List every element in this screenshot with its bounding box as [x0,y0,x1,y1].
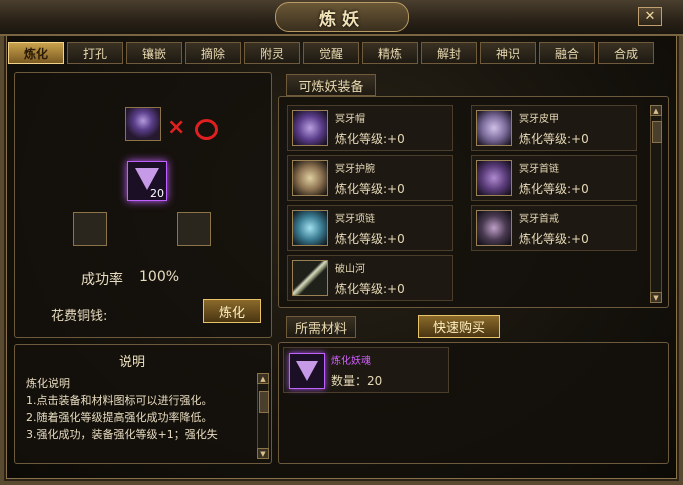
equipment-item[interactable]: 冥牙项链 炼化等级:+0 [287,205,453,251]
scroll-up-icon[interactable]: ▲ [650,105,662,116]
tab-refine-fine[interactable]: 精炼 [362,42,418,64]
item-name: 冥牙首戒 [519,214,559,225]
description-scrollbar[interactable]: ▲ ▼ [257,373,269,459]
crystal-icon [289,353,325,389]
extra-slot-left[interactable] [73,212,107,246]
material-crystal-slot[interactable]: 20 [127,161,167,201]
equipment-item[interactable]: 冥牙首链 炼化等级:+0 [471,155,637,201]
tab-refine[interactable]: 炼化 [8,42,64,64]
materials-panel: 炼化妖魂 数量：20 [278,342,669,464]
item-level: 炼化等级:+0 [335,182,405,196]
description-line-3: 3.强化成功，装备强化等级+1；强化失 [26,428,218,441]
tab-punch[interactable]: 打孔 [67,42,123,64]
target-equipment-slot[interactable] [125,107,161,141]
tab-awaken[interactable]: 觉醒 [303,42,359,64]
tab-fusion[interactable]: 融合 [539,42,595,64]
item-level: 炼化等级:+0 [519,132,589,146]
quick-buy-button[interactable]: 快速购买 [418,315,500,338]
item-level: 炼化等级:+0 [519,232,589,246]
scroll-down-icon[interactable]: ▼ [650,292,662,303]
tab-bar: 炼化 打孔 镶嵌 摘除 附灵 觉醒 精炼 解封 神识 融合 合成 [8,42,654,64]
title-bar: 炼妖 ✕ [0,0,683,36]
item-name: 冥牙帽 [335,114,365,125]
materials-section-tab[interactable]: 所需材料 [286,316,356,338]
refine-panel: × 20 成功率 100% 花费铜钱: 炼化 [14,72,272,338]
necklace-icon [476,160,512,196]
equipment-item[interactable]: 冥牙首戒 炼化等级:+0 [471,205,637,251]
item-name: 冥牙首链 [519,164,559,175]
success-rate-value: 100% [139,269,180,285]
equipment-item[interactable]: 破山河 炼化等级:+0 [287,255,453,301]
tab-synthesis[interactable]: 合成 [598,42,654,64]
scroll-down-icon[interactable]: ▼ [257,448,269,459]
tab-unseal[interactable]: 解封 [421,42,477,64]
description-heading: 炼化说明 [26,377,70,390]
cross-mark-icon: × [167,115,186,140]
cost-label: 花费铜钱: [51,309,108,324]
tab-enchant[interactable]: 附灵 [244,42,300,64]
equipment-scrollbar[interactable]: ▲ ▼ [650,105,662,303]
crystal-count: 20 [150,187,164,200]
material-count: 数量：20 [331,374,383,388]
item-name: 冥牙护腕 [335,164,375,175]
zero-mark-icon [195,119,218,140]
armor-icon [476,110,512,146]
material-item[interactable]: 炼化妖魂 数量：20 [283,347,449,393]
crystal-shape [296,361,318,381]
description-line-2: 2.随着强化等级提高强化成功率降低。 [26,411,213,424]
refine-button[interactable]: 炼化 [203,299,261,323]
tab-inlay[interactable]: 镶嵌 [126,42,182,64]
close-button[interactable]: ✕ [638,7,662,26]
item-name: 冥牙项链 [335,214,375,225]
scroll-thumb[interactable] [259,391,269,413]
item-name: 破山河 [335,264,365,275]
spear-icon [292,260,328,296]
equipment-item[interactable]: 冥牙皮甲 炼化等级:+0 [471,105,637,151]
description-panel: 说明 炼化说明 1.点击装备和材料图标可以进行强化。 2.随着强化等级提高强化成… [14,344,272,464]
tab-remove[interactable]: 摘除 [185,42,241,64]
tab-divine-sense[interactable]: 神识 [480,42,536,64]
item-name: 冥牙皮甲 [519,114,559,125]
helmet-icon [292,110,328,146]
description-title: 说明 [119,355,146,370]
helmet-icon [126,108,160,140]
window-title: 炼妖 [319,9,365,30]
bracer-icon [292,160,328,196]
item-level: 炼化等级:+0 [519,182,589,196]
description-line-1: 1.点击装备和材料图标可以进行强化。 [26,394,213,407]
extra-slot-right[interactable] [177,212,211,246]
item-level: 炼化等级:+0 [335,132,405,146]
title-badge: 炼妖 [275,2,409,32]
scroll-thumb[interactable] [652,121,662,143]
equipment-item[interactable]: 冥牙帽 炼化等级:+0 [287,105,453,151]
item-level: 炼化等级:+0 [335,282,405,296]
pendant-icon [292,210,328,246]
scroll-up-icon[interactable]: ▲ [257,373,269,384]
equipment-list-panel: 冥牙帽 炼化等级:+0 冥牙皮甲 炼化等级:+0 冥牙护腕 炼化等级:+0 冥牙… [278,96,669,308]
equipment-section-tab[interactable]: 可炼妖装备 [286,74,376,96]
material-name: 炼化妖魂 [331,356,371,367]
success-rate-label: 成功率 [81,272,123,288]
ring-icon [476,210,512,246]
equipment-item[interactable]: 冥牙护腕 炼化等级:+0 [287,155,453,201]
item-level: 炼化等级:+0 [335,232,405,246]
